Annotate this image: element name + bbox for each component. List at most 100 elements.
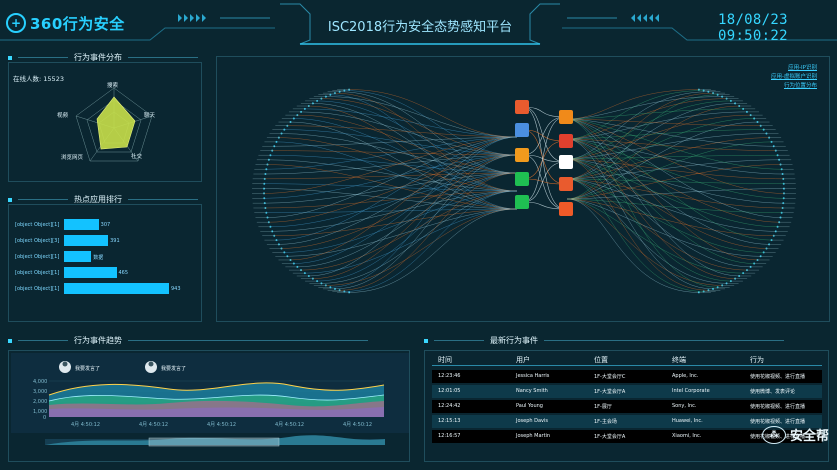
table-cell: 1F-大堂会厅C	[594, 374, 626, 380]
app-icon[interactable]	[515, 123, 529, 137]
table-cell: 使用花椒视频、进行直播	[750, 419, 806, 425]
app-icon[interactable]	[515, 195, 529, 209]
table-cell: Joseph Martin	[516, 433, 551, 439]
table-cell: 使用花椒视频、进行直播	[750, 404, 806, 410]
table-cell: Intel Corporate	[672, 388, 710, 394]
bar[interactable]	[64, 267, 117, 278]
table-cell: 1F-展厅	[594, 404, 612, 410]
heading-bullet-icon	[8, 338, 12, 343]
table-cell: 1F-大堂会厅A	[594, 434, 626, 440]
table-cell: 1F-主会场	[594, 419, 617, 425]
table-cell: Joseph Davis	[516, 418, 549, 424]
watermark: ⁂ 安全帮	[761, 425, 829, 444]
bar-label: [object Object][3]	[15, 238, 60, 244]
table-cell: 12:24:42	[438, 403, 461, 409]
table-cell: Xiaomi, Inc.	[672, 433, 702, 439]
bar[interactable]	[64, 251, 92, 262]
bar-label: [object Object][1]	[15, 222, 60, 228]
heading-line	[544, 340, 784, 341]
radar-axis-label: 聊天	[144, 113, 156, 119]
app-icon[interactable]	[559, 110, 573, 124]
legend-app-account-link[interactable]: 应用-虚拟账户识别	[771, 72, 817, 80]
radar-axis-label: 浏览网页	[61, 155, 84, 161]
network-panel: 应用-IP识别 应用-虚拟账户识别 行为位置分布	[216, 56, 830, 322]
column-header: 终端	[672, 356, 686, 364]
column-header: 时间	[438, 356, 452, 364]
trend-panel: 我要发言了 我要发言了 4,000 3,000 2,000 1,000 0 4月…	[8, 350, 410, 462]
radar-panel: 在线人数: 15523 搜索 聊天 社交 浏览网页 视频	[8, 62, 202, 182]
app-icon[interactable]	[559, 177, 573, 191]
bar[interactable]	[64, 235, 109, 246]
column-header: 用户	[516, 356, 530, 364]
radar-area	[96, 96, 136, 150]
table-header: 时间 用户 位置 终端 行为	[432, 352, 822, 366]
heading-line	[18, 57, 68, 58]
heading-line	[434, 340, 484, 341]
header: + 360行为安全 ISC2018行为安全态势感知平台 18/08/23 09:…	[0, 0, 837, 45]
y-tick: 2,000	[33, 399, 48, 405]
online-label: 在线人数:	[13, 75, 42, 83]
logo-plus-icon: +	[6, 13, 26, 33]
heading-line	[18, 340, 68, 341]
wechat-icon: ⁂	[761, 425, 786, 444]
y-tick: 3,000	[33, 389, 48, 395]
table-row[interactable]: 12:23:46 Jessica Harris 1F-大堂会厅C Apple, Inc…	[432, 370, 822, 383]
y-tick: 4,000	[33, 379, 48, 385]
table-cell: 使用微博、发表评论	[750, 389, 796, 395]
heading-line	[128, 57, 198, 58]
radar-axis-label: 社交	[131, 154, 143, 160]
time-range-selector[interactable]	[148, 437, 280, 447]
x-tick: 4月 4:50:12	[207, 422, 237, 428]
table-cell: 使用花椒视频、进行直播	[750, 374, 806, 380]
avatar-tooltip: 我要发言了	[161, 366, 187, 372]
heading-bullet-icon	[8, 55, 12, 60]
table-cell: 12:16:57	[438, 433, 461, 439]
app-icon[interactable]	[559, 155, 573, 169]
network-chart	[252, 88, 796, 294]
table-cell: Paul Young	[516, 403, 543, 409]
app-icon[interactable]	[515, 148, 529, 162]
events-section-title: 最新行为事件	[490, 336, 538, 345]
y-tick: 0	[43, 415, 47, 421]
app-icon[interactable]	[559, 202, 573, 216]
app-icon[interactable]	[515, 100, 529, 114]
trend-section-heading: 行为事件趋势	[8, 335, 408, 346]
table-cell: Nancy Smith	[516, 388, 548, 394]
heading-line	[18, 199, 68, 200]
x-tick: 4月 4:50:12	[139, 422, 169, 428]
trend-section-title: 行为事件趋势	[74, 336, 122, 345]
heading-bullet-icon	[424, 338, 428, 343]
bar-panel: [object Object][1] 307 [object Object][3] 3…	[8, 204, 202, 322]
trend-chart	[11, 353, 409, 447]
app-icon[interactable]	[515, 172, 529, 186]
table-cell: Apple, Inc.	[672, 373, 699, 379]
heading-bullet-icon	[8, 197, 12, 202]
table-cell: Huawei, Inc.	[672, 418, 703, 424]
column-header: 位置	[594, 356, 608, 364]
radar-axis-label: 视频	[57, 113, 69, 119]
table-cell: Jessica Harris	[516, 373, 550, 379]
bar[interactable]	[64, 283, 169, 294]
table-cell: Sony, Inc.	[672, 403, 697, 409]
table-cell: 12:23:46	[438, 373, 461, 379]
x-tick: 4月 4:50:12	[343, 422, 373, 428]
brand-logo: + 360行为安全	[6, 10, 136, 36]
heading-line	[128, 340, 368, 341]
x-tick: 4月 4:50:12	[71, 422, 101, 428]
legend-app-ip-link[interactable]: 应用-IP识别	[788, 63, 817, 71]
column-header: 行为	[750, 356, 764, 364]
logo-text: 360行为安全	[30, 14, 125, 33]
bar[interactable]	[64, 219, 99, 230]
table-cell: 12:15:13	[438, 418, 461, 424]
bar-value: 数据	[93, 255, 104, 261]
table-row[interactable]: 12:01:05 Nancy Smith 1F-大堂会厅A Intel Corpora…	[432, 385, 822, 398]
clock-display: 18/08/23 09:50:22	[718, 12, 788, 44]
table-cell: 12:01:05	[438, 388, 461, 394]
legend-location-link[interactable]: 行为位置分布	[784, 81, 817, 89]
watermark-text: 安全帮	[789, 429, 829, 444]
table-row[interactable]: 12:24:42 Paul Young 1F-展厅 Sony, Inc. 使用花椒视频、…	[432, 400, 822, 413]
bar-label: [object Object][1]	[15, 270, 60, 276]
page-title: ISC2018行为安全态势感知平台	[327, 20, 513, 35]
app-icon[interactable]	[559, 134, 573, 148]
bar-label: [object Object][1]	[15, 286, 60, 292]
